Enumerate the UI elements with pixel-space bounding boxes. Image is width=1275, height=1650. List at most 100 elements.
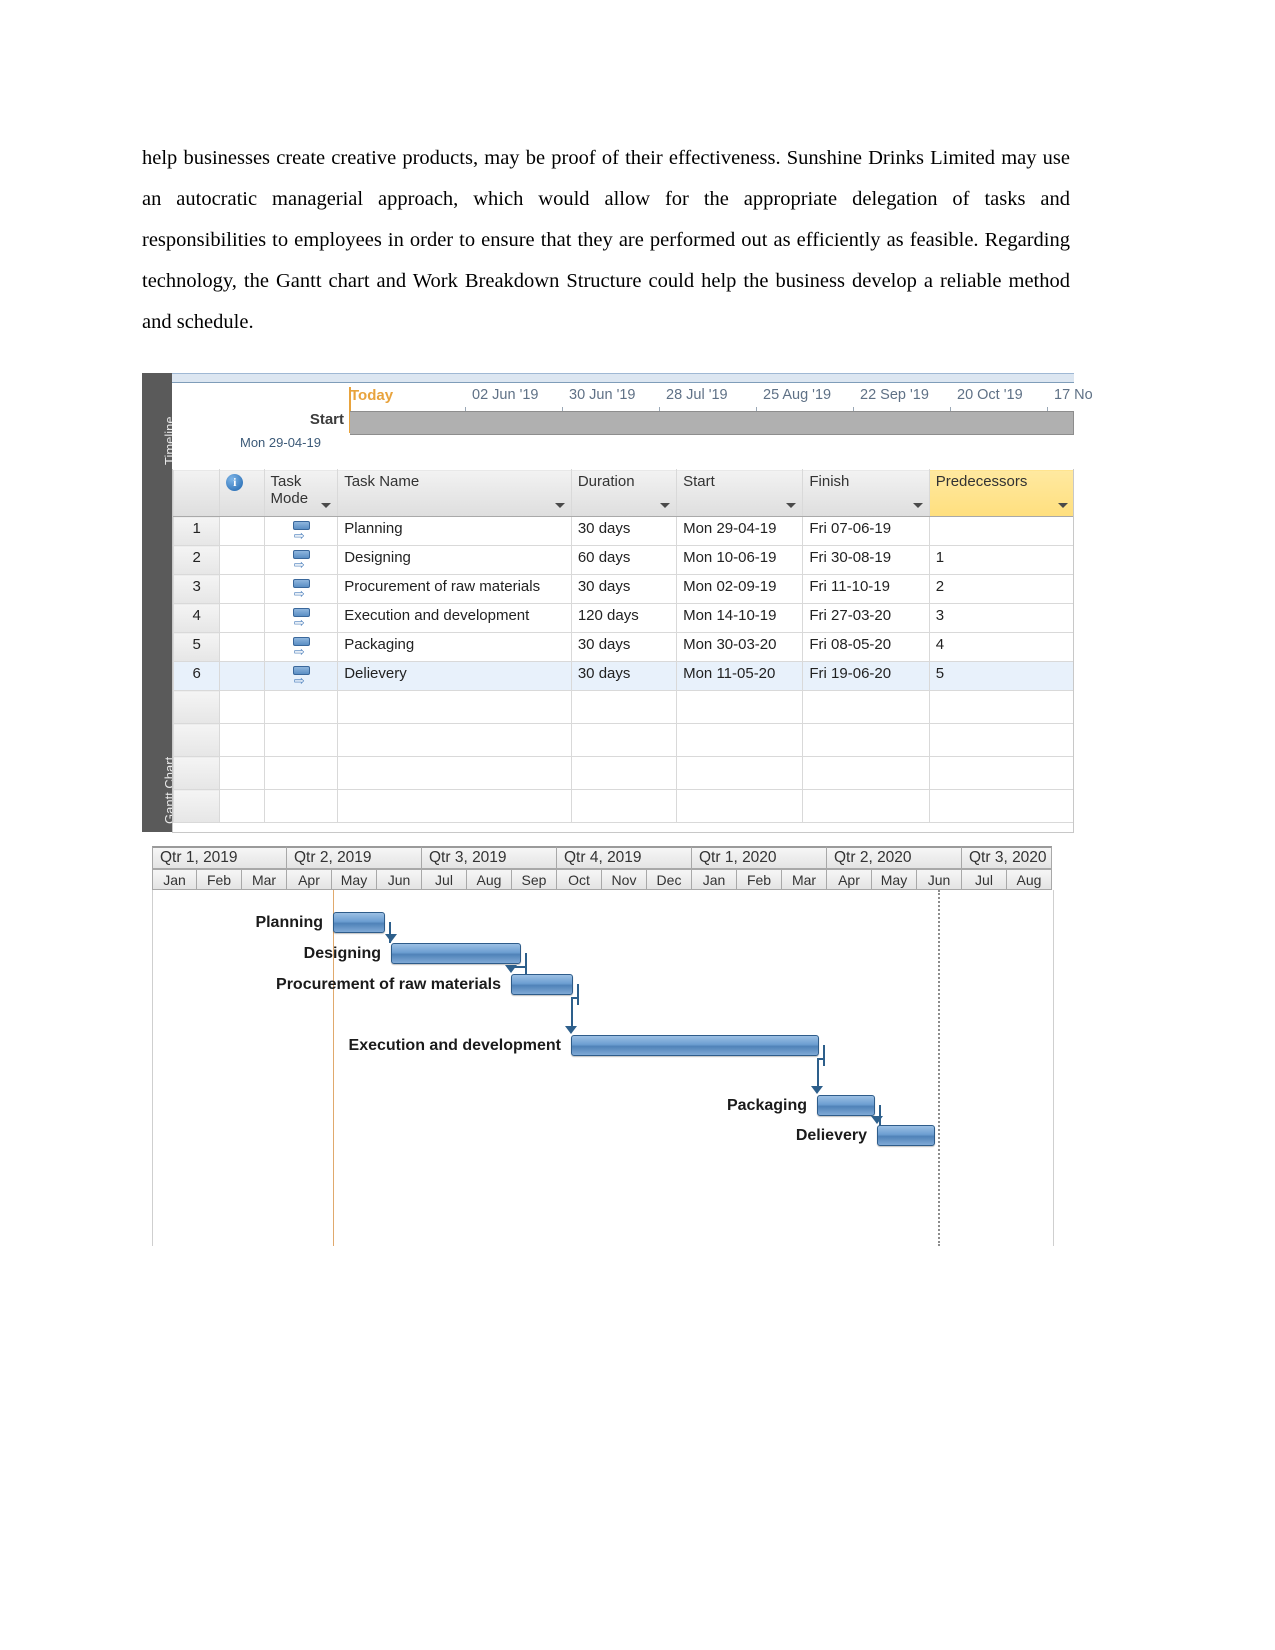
empty-cell[interactable] [570,756,678,790]
indicator-cell[interactable] [219,632,265,662]
filter-arrow-icon[interactable] [786,503,797,508]
table-row-empty[interactable] [173,690,1073,724]
task-mode-cell[interactable]: ⇨ [263,545,339,575]
table-row[interactable]: 3 ⇨ Procurement of raw materials 30 days Mon… [173,574,1073,604]
task-mode-cell[interactable]: ⇨ [263,661,339,691]
predecessors-cell[interactable]: 5 [928,661,1073,691]
row-number-cell[interactable]: 5 [173,632,221,662]
empty-cell[interactable] [263,723,339,757]
empty-cell[interactable] [263,789,339,823]
row-number-cell[interactable]: 1 [173,516,221,546]
filter-arrow-icon[interactable] [660,503,671,508]
empty-cell[interactable] [676,723,804,757]
gantt-bar[interactable] [391,943,521,964]
finish-date-cell[interactable]: Fri 27-03-20 [802,603,930,633]
task-mode-cell[interactable]: ⇨ [263,574,339,604]
gantt-bar[interactable] [877,1125,935,1146]
table-row[interactable]: 6 ⇨ Delievery 30 days Mon 11-05-20 Fri 19-06-… [173,661,1073,691]
empty-cell[interactable] [337,789,572,823]
predecessors-cell[interactable] [928,516,1073,546]
empty-cell[interactable] [928,723,1073,757]
empty-cell[interactable] [219,756,265,790]
empty-cell[interactable] [676,756,804,790]
empty-cell[interactable] [676,690,804,724]
table-row[interactable]: 2 ⇨ Designing 60 days Mon 10-06-19 Fri 30-08-… [173,545,1073,575]
filter-arrow-icon[interactable] [321,503,332,508]
start-date-cell[interactable]: Mon 14-10-19 [676,603,804,633]
empty-cell[interactable] [263,756,339,790]
gantt-bar[interactable] [571,1035,819,1056]
task-mode-cell[interactable]: ⇨ [263,603,339,633]
finish-date-cell[interactable]: Fri 08-05-20 [802,632,930,662]
empty-cell[interactable] [570,789,678,823]
sidebar-item-timeline[interactable]: Timeline [142,373,177,469]
indicator-cell[interactable] [219,516,265,546]
timeline-span-bar[interactable] [350,411,1074,435]
start-date-cell[interactable]: Mon 30-03-20 [676,632,804,662]
gantt-bar[interactable] [333,912,385,933]
empty-cell[interactable] [263,690,339,724]
task-table[interactable]: i Task Mode Task Name Duration Start Fin… [172,469,1074,833]
table-row[interactable]: 1 ⇨ Planning 30 days Mon 29-04-19 Fri 07-06-1… [173,516,1073,546]
empty-cell[interactable] [173,789,221,823]
empty-cell[interactable] [173,756,221,790]
empty-cell[interactable] [802,690,930,724]
task-name-cell[interactable]: Execution and development [337,603,572,633]
duration-cell[interactable]: 60 days [570,545,678,575]
empty-cell[interactable] [570,690,678,724]
indicator-cell[interactable] [219,603,265,633]
finish-date-cell[interactable]: Fri 11-10-19 [802,574,930,604]
predecessors-cell[interactable]: 1 [928,545,1073,575]
empty-cell[interactable] [928,756,1073,790]
duration-cell[interactable]: 120 days [570,603,678,633]
gantt-plot-area[interactable]: Planning Designing Procurement of raw mate… [152,890,1054,1246]
empty-cell[interactable] [219,690,265,724]
start-date-cell[interactable]: Mon 29-04-19 [676,516,804,546]
indicator-cell[interactable] [219,545,265,575]
task-name-cell[interactable]: Planning [337,516,572,546]
duration-cell[interactable]: 30 days [570,661,678,691]
column-header-finish[interactable]: Finish [802,469,930,517]
empty-cell[interactable] [219,789,265,823]
predecessors-cell[interactable]: 4 [928,632,1073,662]
empty-cell[interactable] [337,690,572,724]
table-row-empty[interactable] [173,789,1073,823]
indicator-cell[interactable] [219,661,265,691]
gantt-chart[interactable]: Qtr 1, 2019 Qtr 2, 2019 Qtr 3, 2019 Qtr 4, … [152,846,1054,1246]
indicator-cell[interactable] [219,574,265,604]
empty-cell[interactable] [928,789,1073,823]
column-header-task-name[interactable]: Task Name [337,469,572,517]
task-name-cell[interactable]: Designing [337,545,572,575]
start-date-cell[interactable]: Mon 11-05-20 [676,661,804,691]
finish-date-cell[interactable]: Fri 07-06-19 [802,516,930,546]
empty-cell[interactable] [337,723,572,757]
column-header-task-mode[interactable]: Task Mode [263,469,339,517]
table-row[interactable]: 5 ⇨ Packaging 30 days Mon 30-03-20 Fri 08-05-… [173,632,1073,662]
filter-arrow-icon[interactable] [912,503,923,508]
filter-arrow-icon[interactable] [554,503,565,508]
duration-cell[interactable]: 30 days [570,516,678,546]
empty-cell[interactable] [676,789,804,823]
gantt-bar[interactable] [511,974,573,995]
predecessors-cell[interactable]: 2 [928,574,1073,604]
row-number-cell[interactable]: 4 [173,603,221,633]
empty-cell[interactable] [173,690,221,724]
row-number-cell[interactable]: 2 [173,545,221,575]
empty-cell[interactable] [802,789,930,823]
empty-cell[interactable] [173,723,221,757]
row-number-cell[interactable]: 3 [173,574,221,604]
empty-cell[interactable] [802,723,930,757]
start-date-cell[interactable]: Mon 10-06-19 [676,545,804,575]
finish-date-cell[interactable]: Fri 30-08-19 [802,545,930,575]
start-date-cell[interactable]: Mon 02-09-19 [676,574,804,604]
gantt-bar[interactable] [817,1095,875,1116]
empty-cell[interactable] [928,690,1073,724]
row-number-cell[interactable]: 6 [173,661,221,691]
sidebar-item-gantt-chart[interactable]: Gantt Chart [142,469,177,832]
column-header-predecessors[interactable]: Predecessors [928,469,1073,517]
task-name-cell[interactable]: Procurement of raw materials [337,574,572,604]
task-name-cell[interactable]: Delievery [337,661,572,691]
duration-cell[interactable]: 30 days [570,632,678,662]
table-row-empty[interactable] [173,756,1073,790]
column-header-indicator[interactable]: i [219,469,265,517]
